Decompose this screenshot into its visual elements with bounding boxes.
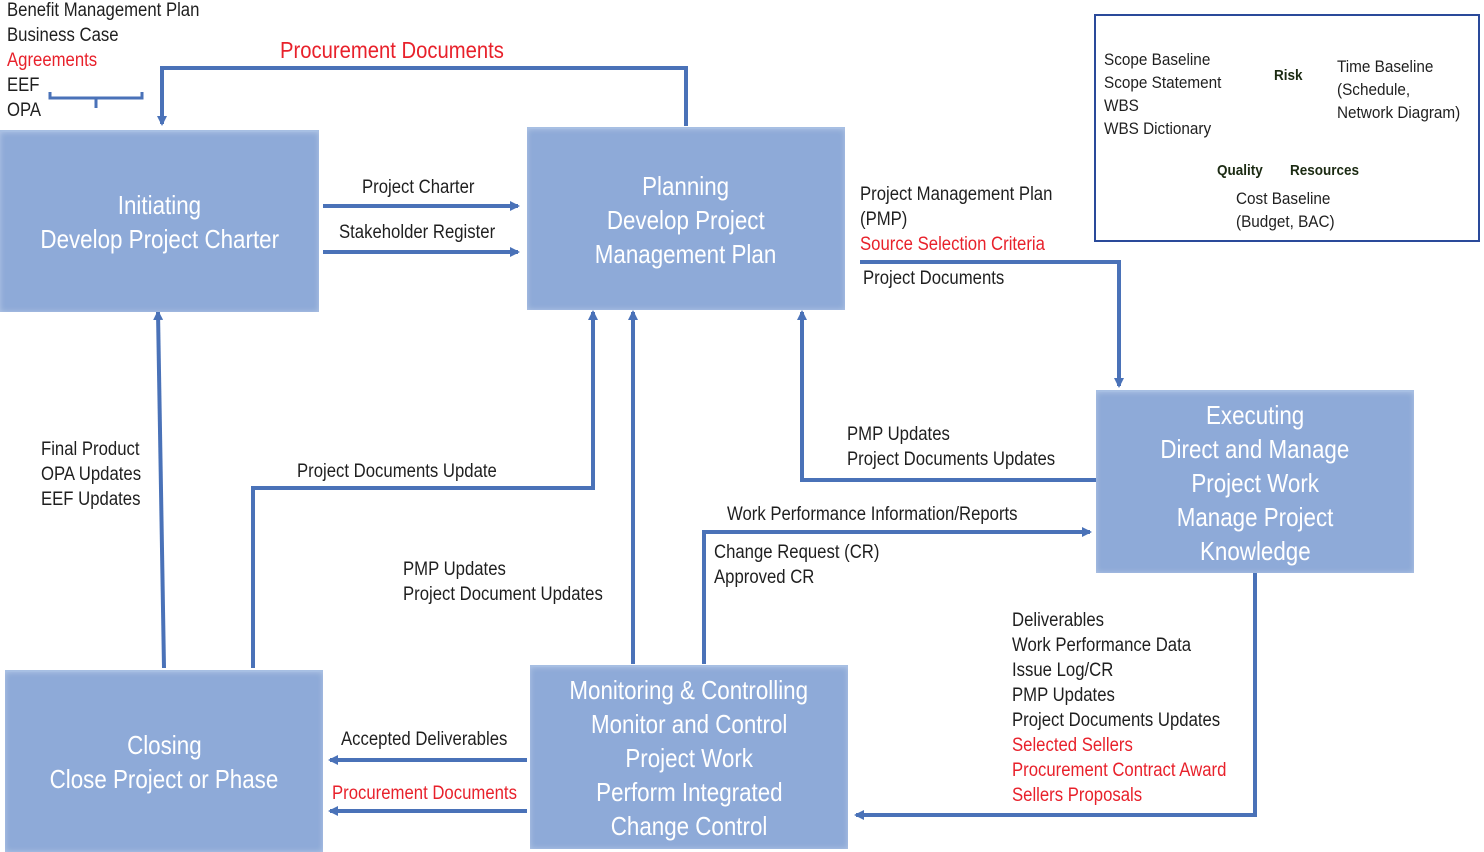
label-executing-to-planning: PMP Updates Project Documents Updates: [847, 422, 1084, 472]
flow-label-line: Sellers Proposals: [1012, 785, 1143, 806]
box-initiating[interactable]: Initiating Develop Project Charter: [0, 130, 319, 312]
flow-label-line: WBS: [1104, 96, 1139, 115]
box-line: Planning: [642, 170, 730, 201]
label-project-documents: Project Documents: [863, 268, 1005, 289]
flow-label-line: Cost Baseline: [1236, 189, 1331, 208]
flow-label-line: Project Documents Updates: [847, 449, 1056, 470]
flow-label-line: Selected Sellers: [1012, 735, 1133, 756]
flow-label-line: Network Diagram): [1337, 103, 1461, 122]
box-line: Knowledge: [1199, 535, 1311, 566]
label-project-documents-update: Project Documents Update: [297, 461, 497, 482]
label-monitoring-to-planning: PMP Updates Project Document Updates: [403, 557, 630, 607]
input-item: OPA: [7, 100, 42, 121]
box-planning[interactable]: Planning Develop Project Management Plan: [527, 127, 845, 310]
flow-label-line: (Budget, BAC): [1236, 212, 1335, 231]
flow-label-line: Time Baseline: [1337, 57, 1434, 76]
flow-label-line: PMP Updates: [1012, 685, 1115, 706]
triangle-label-quality: Quality: [1217, 162, 1263, 179]
box-line: Closing: [126, 730, 202, 760]
box-line: Develop Project: [607, 204, 765, 235]
label-stakeholder-register: Stakeholder Register: [339, 222, 496, 243]
box-line: Management Plan: [595, 238, 777, 269]
box-line: Direct and Manage: [1160, 433, 1350, 464]
label-executing-to-monitoring: Deliverables Work Performance Data Issue L…: [1012, 608, 1256, 808]
arrow-planning-to-initiating: [157, 66, 688, 126]
box-line: Project Work: [625, 743, 753, 773]
arrow-closing-to-initiating: [153, 310, 166, 669]
time-baseline-list: Time Baseline (Schedule, Network Diagram): [1337, 55, 1474, 124]
label-work-performance-info: Work Performance Information/Reports: [727, 504, 1018, 525]
flow-label-line: WBS Dictionary: [1104, 119, 1212, 138]
scope-baseline-list: Scope Baseline Scope Statement WBS WBS Dict…: [1104, 48, 1234, 140]
flow-label-line: Final Product: [41, 439, 140, 460]
flow-label-line: Project Document Updates: [403, 584, 603, 605]
box-line: Change Control: [610, 811, 768, 841]
flow-label-line: Project Documents Updates: [1012, 710, 1221, 731]
label-procurement-documents-closing: Procurement Documents: [332, 783, 517, 804]
box-line: Develop Project Charter: [40, 224, 279, 254]
input-item: Agreements: [7, 50, 98, 71]
input-item: EEF: [7, 75, 40, 96]
box-line: Manage Project: [1176, 501, 1334, 532]
flow-label-line: PMP Updates: [403, 559, 506, 580]
label-closing-to-initiating: Final Product OPA Updates EEF Updates: [41, 437, 155, 512]
flow-label-line: (PMP): [860, 209, 908, 230]
flow-label-line: Source Selection Criteria: [860, 234, 1045, 255]
box-line: Monitoring & Controlling: [569, 675, 809, 705]
procurement-documents-top-label: Procurement Documents: [280, 37, 504, 63]
flow-label-line: Scope Baseline: [1104, 50, 1211, 69]
box-line: Project Work: [1191, 467, 1319, 498]
box-executing[interactable]: Executing Direct and Manage Project Work Ma…: [1096, 390, 1414, 573]
label-project-charter: Project Charter: [362, 177, 475, 198]
box-monitoring[interactable]: Monitoring & Controlling Monitor and Cont…: [530, 665, 848, 849]
flow-label-line: Issue Log/CR: [1012, 660, 1114, 681]
box-line: Perform Integrated: [595, 777, 783, 807]
flow-label-line: Project Management Plan: [860, 184, 1053, 205]
flow-label-line: Change Request (CR): [714, 542, 880, 563]
box-line: Executing: [1205, 399, 1305, 430]
triangle-label-risk: Risk: [1274, 67, 1303, 84]
flow-label-line: Deliverables: [1012, 610, 1105, 631]
process-group-diagram: Benefit Management Plan Business Case Agre…: [0, 0, 1484, 852]
cost-baseline-list: Cost Baseline (Budget, BAC): [1236, 187, 1346, 233]
flow-label-line: Procurement Contract Award: [1012, 760, 1227, 781]
flow-label-line: Scope Statement: [1104, 73, 1222, 92]
flow-label-line: EEF Updates: [41, 489, 141, 510]
input-item: Benefit Management Plan: [7, 0, 200, 21]
flow-label-line: Work Performance Data: [1012, 635, 1192, 656]
flow-label-line: PMP Updates: [847, 424, 950, 445]
box-line: Close Project or Phase: [49, 764, 279, 794]
label-accepted-deliverables: Accepted Deliverables: [341, 729, 508, 750]
label-change-requests: Change Request (CR) Approved CR: [714, 540, 902, 590]
box-line: Initiating: [117, 190, 202, 220]
flow-label-line: (Schedule,: [1337, 80, 1411, 99]
arrow-closing-to-planning: [251, 310, 598, 668]
inputs-list: Benefit Management Plan Business Case Agre…: [7, 0, 226, 123]
input-item: Business Case: [7, 25, 119, 46]
flow-label-line: Approved CR: [714, 567, 815, 588]
box-line: Monitor and Control: [590, 709, 788, 739]
box-closing[interactable]: Closing Close Project or Phase: [5, 670, 323, 852]
triangle-label-resources: Resources: [1290, 162, 1360, 179]
flow-label-line: OPA Updates: [41, 464, 142, 485]
label-planning-to-executing: Project Management Plan (PMP) Source Selec…: [860, 182, 1079, 257]
